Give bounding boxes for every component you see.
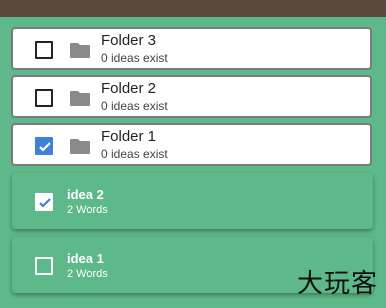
folder-3-checkbox[interactable] (35, 41, 53, 59)
folder-item-3[interactable]: Folder 3 0 ideas exist (11, 27, 372, 70)
folder-1-checkbox[interactable] (35, 137, 53, 155)
idea-subtitle: 2 Words (67, 204, 108, 216)
folder-title: Folder 3 (101, 32, 157, 49)
idea-subtitle: 2 Words (67, 268, 108, 280)
idea-title: idea 1 (67, 251, 104, 266)
folder-item-1[interactable]: Folder 1 0 ideas exist (11, 123, 372, 166)
folder-icon (70, 139, 90, 154)
folder-title: Folder 1 (101, 128, 157, 145)
folder-icon (70, 43, 90, 58)
top-bar (0, 0, 386, 17)
checkmark-icon (39, 198, 51, 208)
folder-icon (70, 91, 90, 106)
checkmark-icon (39, 142, 51, 152)
idea-1-checkbox[interactable] (35, 257, 53, 275)
folder-item-2[interactable]: Folder 2 0 ideas exist (11, 75, 372, 118)
watermark-text: 大玩客 (296, 269, 378, 299)
folder-2-checkbox[interactable] (35, 89, 53, 107)
idea-2-checkbox[interactable] (35, 193, 53, 211)
folder-subtitle: 0 ideas exist (101, 99, 168, 113)
idea-item-2[interactable]: idea 2 2 Words (12, 173, 373, 229)
folder-subtitle: 0 ideas exist (101, 51, 168, 65)
folder-subtitle: 0 ideas exist (101, 147, 168, 161)
idea-title: idea 2 (67, 187, 104, 202)
folder-title: Folder 2 (101, 80, 157, 97)
